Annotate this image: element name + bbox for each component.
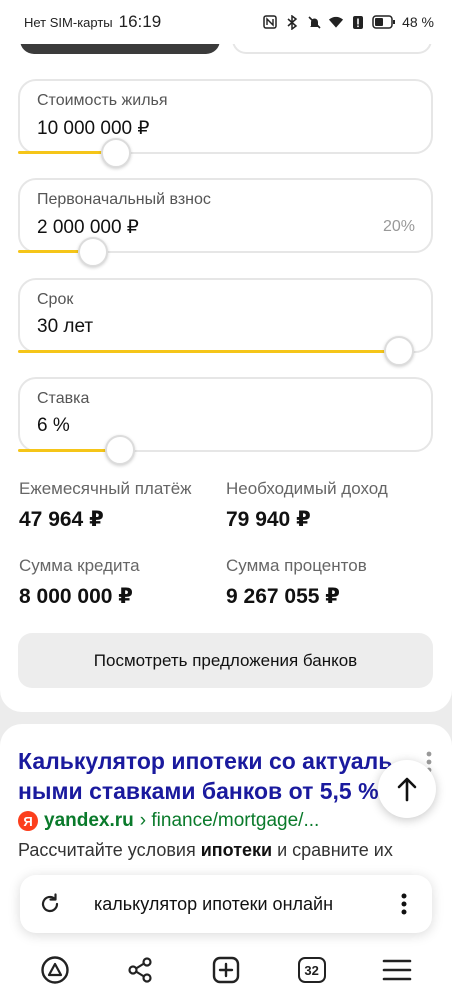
tabs-switcher-button[interactable]: 32 bbox=[287, 945, 337, 995]
rate-field[interactable]: Ставка 6 % bbox=[18, 377, 433, 452]
battery-icon bbox=[372, 14, 396, 30]
new-tab-button[interactable] bbox=[201, 945, 251, 995]
price-value[interactable]: 10 000 000 ₽ bbox=[37, 117, 149, 140]
yandex-favicon: Я bbox=[18, 811, 38, 831]
loan-amount-label: Сумма кредита bbox=[19, 556, 140, 575]
term-field[interactable]: Срок 30 лет bbox=[18, 278, 433, 353]
tabs-count: 32 bbox=[297, 957, 326, 983]
required-income-value: 79 940 ₽ bbox=[226, 508, 311, 531]
result-url[interactable]: Я yandex.ru › finance/mortgage/... bbox=[18, 810, 319, 832]
status-bar: Нет SIM-карты 16:19 48 % bbox=[0, 0, 452, 44]
term-slider-fill bbox=[18, 350, 400, 353]
monthly-payment-label: Ежемесячный платёж bbox=[19, 479, 192, 498]
nfc-icon bbox=[262, 14, 278, 30]
result-title-line[interactable]: ными ставками банков от 5,5 % bbox=[18, 776, 398, 806]
price-field[interactable]: Стоимость жилья 10 000 000 ₽ bbox=[18, 79, 433, 154]
hamburger-menu-icon bbox=[382, 959, 412, 981]
wifi-icon bbox=[328, 14, 344, 30]
mortgage-calculator-card: Стоимость жилья 10 000 000 ₽ Первоначаль… bbox=[0, 0, 452, 712]
omnibox[interactable]: калькулятор ипотеки онлайн bbox=[20, 875, 432, 933]
alice-icon bbox=[41, 956, 69, 984]
term-slider-handle[interactable] bbox=[384, 336, 414, 366]
bottom-navigation: 32 bbox=[0, 940, 452, 1000]
snippet-highlight: ипотеки bbox=[200, 840, 273, 860]
battery-percent: 48 % bbox=[402, 14, 434, 30]
rate-value[interactable]: 6 % bbox=[37, 415, 70, 437]
alert-icon bbox=[350, 14, 366, 30]
result-title-link[interactable]: Калькулятор ипотеки со актуаль ными став… bbox=[18, 746, 398, 806]
interest-total-label: Сумма процентов bbox=[226, 556, 367, 575]
clock: 16:19 bbox=[118, 12, 162, 31]
snippet-text: и сравните их bbox=[272, 840, 393, 860]
main-menu-button[interactable] bbox=[372, 945, 422, 995]
loan-amount-value: 8 000 000 ₽ bbox=[19, 585, 133, 608]
plus-square-icon bbox=[212, 956, 240, 984]
carrier-text: Нет SIM-карты bbox=[24, 14, 113, 30]
required-income-label: Необходимый доход bbox=[226, 479, 388, 498]
monthly-payment-value: 47 964 ₽ bbox=[19, 508, 104, 531]
term-label: Срок bbox=[37, 291, 74, 308]
snippet-text: Рассчитайте условия bbox=[18, 840, 201, 860]
down-payment-value[interactable]: 2 000 000 ₽ bbox=[37, 216, 139, 239]
down-payment-label: Первоначальный взнос bbox=[37, 191, 211, 208]
result-domain[interactable]: yandex.ru bbox=[44, 810, 134, 832]
down-payment-slider-handle[interactable] bbox=[78, 237, 108, 267]
share-button[interactable] bbox=[115, 945, 165, 995]
reload-icon[interactable] bbox=[20, 893, 80, 915]
share-icon bbox=[128, 957, 152, 983]
result-title-line[interactable]: Калькулятор ипотеки со актуаль bbox=[18, 746, 398, 776]
rate-label: Ставка bbox=[37, 390, 90, 407]
mute-icon bbox=[306, 14, 322, 30]
rate-slider-handle[interactable] bbox=[105, 435, 135, 465]
result-path[interactable]: › finance/mortgage/... bbox=[140, 810, 320, 832]
interest-total-value: 9 267 055 ₽ bbox=[226, 585, 340, 608]
price-slider-handle[interactable] bbox=[101, 138, 131, 168]
arrow-up-icon bbox=[397, 777, 417, 802]
term-value[interactable]: 30 лет bbox=[37, 316, 93, 338]
view-bank-offers-button[interactable]: Посмотреть предложения банков bbox=[18, 633, 433, 688]
result-snippet: Рассчитайте условия ипотеки и сравните и… bbox=[18, 840, 393, 861]
kebab-menu-icon[interactable] bbox=[376, 893, 432, 915]
search-query-text[interactable]: калькулятор ипотеки онлайн bbox=[80, 894, 376, 915]
price-label: Стоимость жилья bbox=[37, 92, 168, 109]
alice-assistant-button[interactable] bbox=[30, 945, 80, 995]
scroll-to-top-button[interactable] bbox=[378, 760, 436, 818]
down-payment-percent: 20% bbox=[382, 218, 415, 235]
bluetooth-icon bbox=[284, 14, 300, 30]
